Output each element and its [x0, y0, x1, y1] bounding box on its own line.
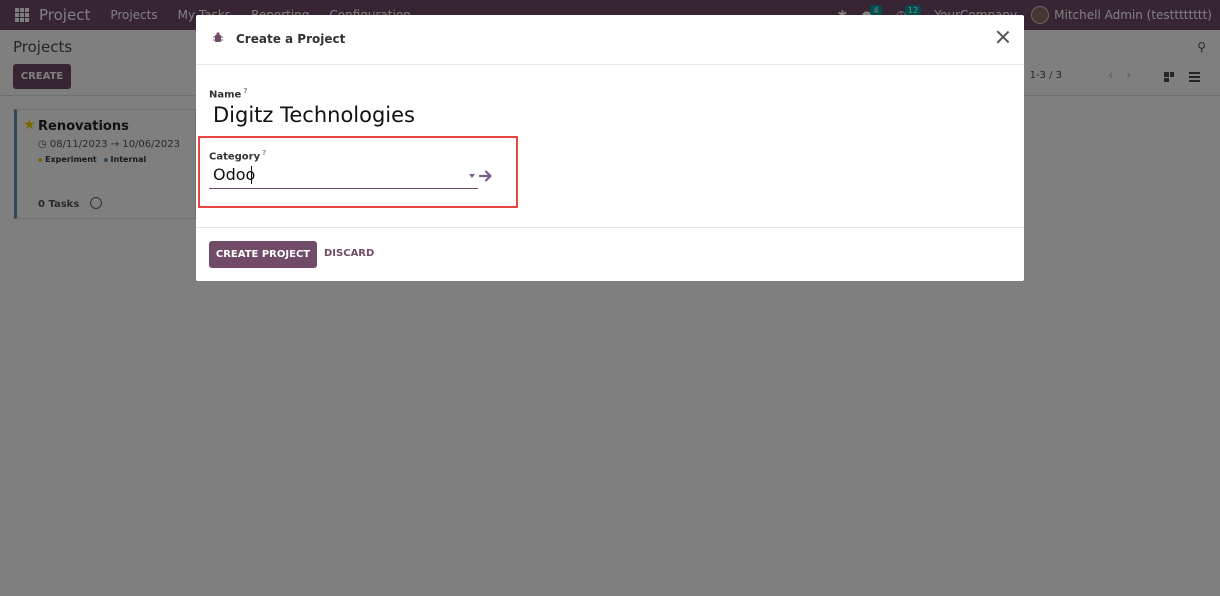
project-icon	[213, 32, 223, 42]
dropdown-arrow-icon[interactable]	[469, 174, 475, 178]
category-label: Category?	[209, 149, 266, 162]
category-label-text: Category	[209, 151, 261, 163]
name-field[interactable]: Digitz Technologies	[213, 103, 415, 127]
category-value: Odoo	[213, 165, 256, 184]
create-project-dialog: Create a Project Name? Digitz Technologi…	[196, 15, 1024, 281]
name-label-text: Name	[209, 89, 242, 101]
category-help-icon[interactable]: ?	[262, 149, 266, 157]
dialog-header: Create a Project	[196, 15, 1024, 65]
dialog-footer: CREATE PROJECT DISCARD	[196, 227, 1024, 281]
text-cursor	[251, 166, 252, 184]
close-icon[interactable]	[994, 28, 1012, 46]
dialog-title: Create a Project	[236, 32, 346, 46]
create-project-button[interactable]: CREATE PROJECT	[209, 241, 317, 268]
internal-link-arrow-icon[interactable]	[479, 169, 493, 183]
name-label: Name?	[209, 87, 247, 100]
name-help-icon[interactable]: ?	[243, 87, 247, 95]
discard-button[interactable]: DISCARD	[324, 248, 374, 259]
category-field[interactable]: Odoo	[209, 163, 478, 189]
